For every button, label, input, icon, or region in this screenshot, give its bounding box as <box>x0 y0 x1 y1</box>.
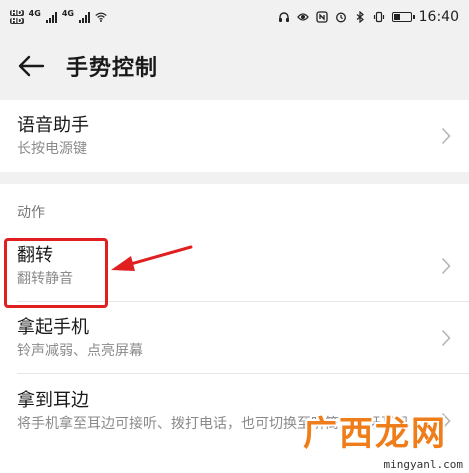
app-header: 手势控制 <box>0 34 469 98</box>
voice-assistant-card: 语音助手 长按电源键 <box>0 100 469 172</box>
signal-icon-1 <box>45 11 57 23</box>
action-subtitle: 铃声减弱、点亮屏幕 <box>17 343 143 359</box>
watermark-url: mingyanl.com <box>383 458 463 471</box>
chevron-right-icon <box>441 257 451 275</box>
status-bar: HD HD 4G 4G 16:40 <box>0 0 469 34</box>
chevron-right-icon <box>441 329 451 347</box>
bluetooth-icon <box>356 11 364 23</box>
annotation-arrow-icon <box>111 245 193 271</box>
status-left: HD HD 4G 4G <box>10 9 107 25</box>
hd-label-2: HD <box>10 17 24 25</box>
voice-assistant-row[interactable]: 语音助手 长按电源键 <box>0 100 469 172</box>
chevron-right-icon <box>441 127 451 145</box>
network-type-1: 4G <box>28 8 41 18</box>
network-type-2: 4G <box>61 8 74 18</box>
section-label-actions: 动作 <box>17 205 45 221</box>
page-title: 手势控制 <box>66 56 159 81</box>
annotation-highlight-box <box>4 238 108 308</box>
alarm-icon <box>335 12 346 23</box>
wifi-icon <box>95 12 107 22</box>
signal-icon-2 <box>78 11 90 23</box>
voice-assistant-subtitle: 长按电源键 <box>17 141 87 157</box>
hd-label-1: HD <box>10 9 24 17</box>
eye-icon <box>296 13 309 21</box>
headset-icon <box>278 12 289 22</box>
hd-badge-icon: HD HD <box>10 9 24 25</box>
status-time: 16:40 <box>418 9 459 25</box>
action-title: 拿起手机 <box>17 317 89 338</box>
voice-assistant-title: 语音助手 <box>17 115 89 136</box>
battery-icon <box>391 12 415 22</box>
nfc-icon <box>315 11 328 23</box>
vibrate-icon <box>373 11 384 23</box>
watermark-logo: 广西龙网 <box>303 414 447 454</box>
back-arrow-icon[interactable] <box>16 51 46 81</box>
status-right: 16:40 <box>278 9 459 25</box>
action-row-pickup[interactable]: 拿起手机 铃声减弱、点亮屏幕 <box>0 302 469 374</box>
